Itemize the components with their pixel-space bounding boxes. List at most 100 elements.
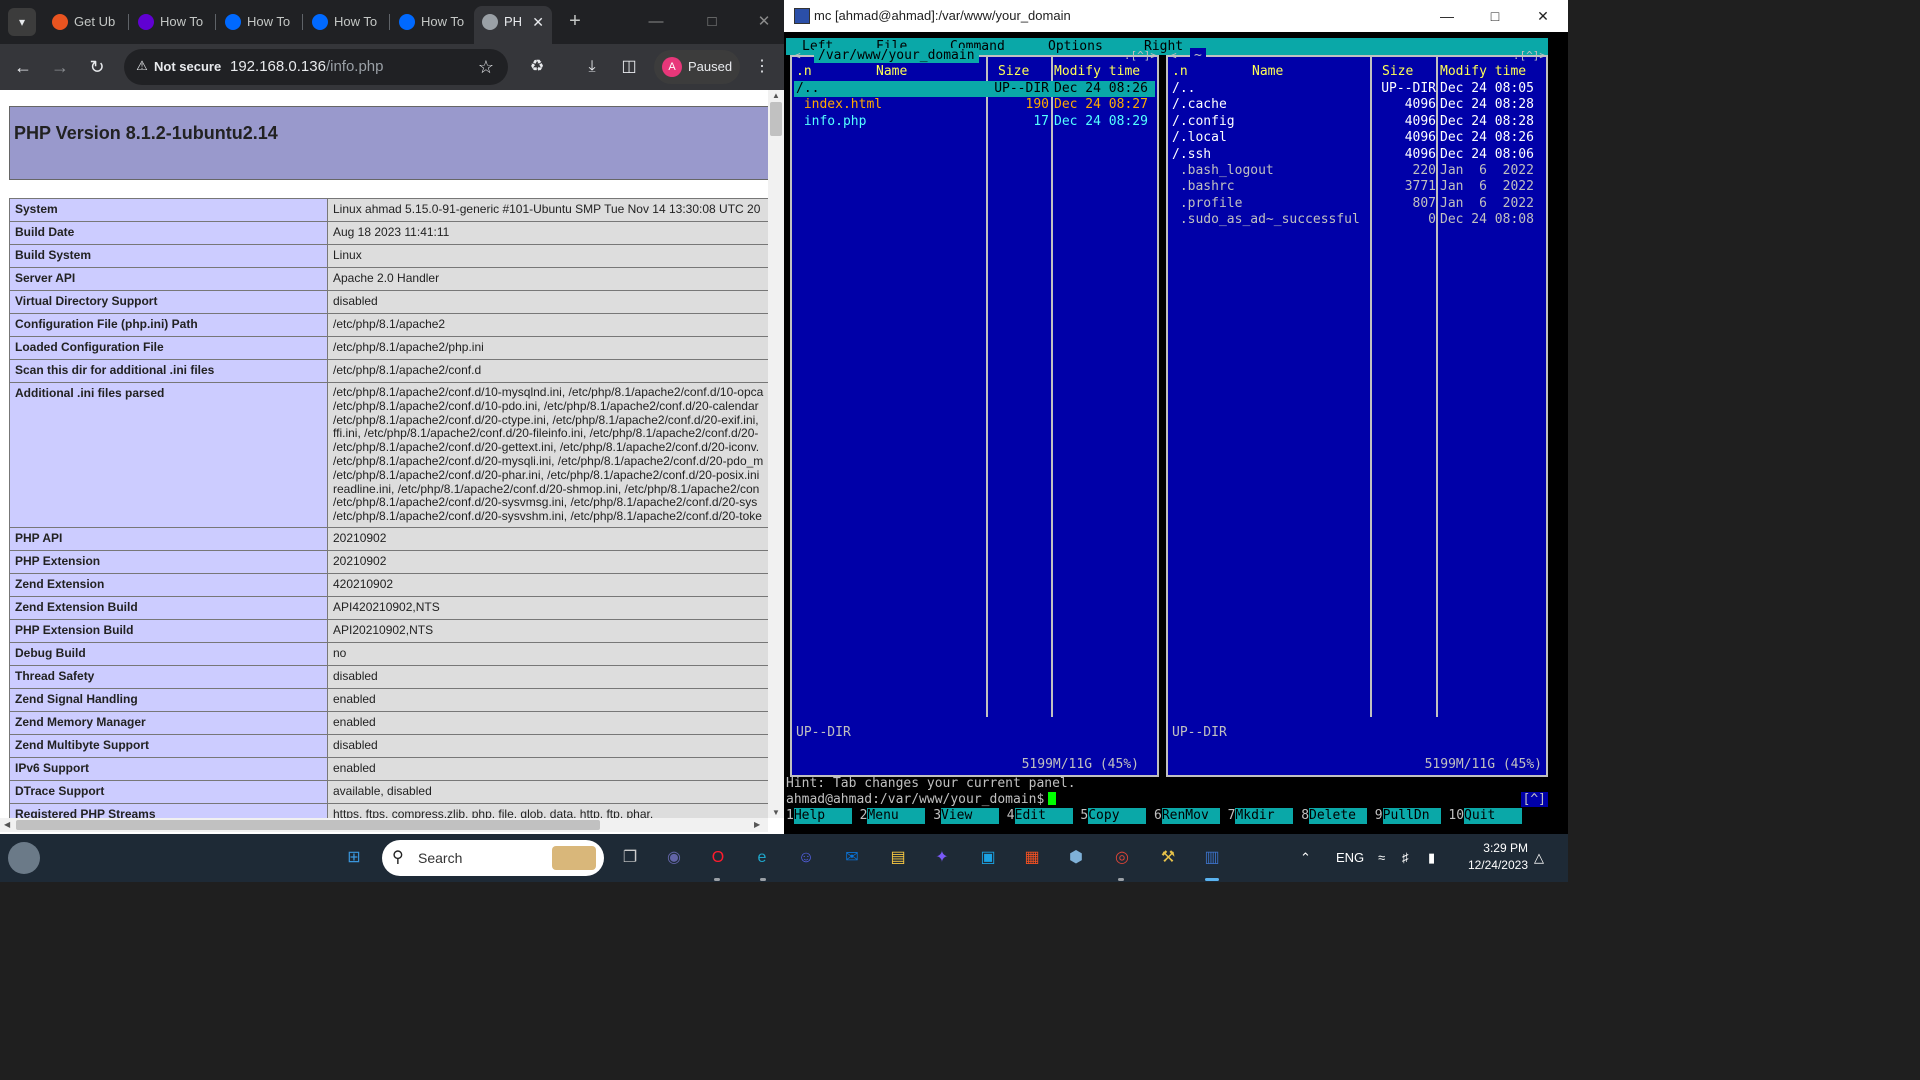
file-row[interactable]: index.html 190 Dec 24 08:27 — [794, 97, 1155, 113]
address-bar[interactable]: ⚠ Not secure 192.168.0.136/info.php ☆ — [124, 49, 508, 85]
file-row[interactable]: .bashrc 3771 Jan 6 2022 — [1170, 179, 1544, 195]
minimize-button[interactable]: — — [1432, 2, 1462, 30]
tray-overflow-icon[interactable]: ⌃ — [1300, 834, 1311, 882]
horizontal-scrollbar[interactable]: ◀ ▶ — [0, 818, 768, 832]
fkey-renmov[interactable]: 6RenMov — [1154, 808, 1220, 824]
back-icon[interactable]: ← — [9, 53, 37, 81]
close-window-button[interactable]: ✕ — [750, 8, 778, 36]
file-row[interactable]: info.php 17 Dec 24 08:29 — [794, 114, 1155, 130]
panel-corner-right[interactable]: .[^]> — [1513, 49, 1546, 62]
profile-button[interactable]: A Paused — [654, 50, 740, 84]
fkey-copy[interactable]: 5Copy — [1080, 808, 1147, 824]
file-row[interactable]: /.. UP--DIR Dec 24 08:05 — [1170, 81, 1544, 97]
col-name-header[interactable]: Name — [876, 64, 907, 79]
browser-tab[interactable]: How To — [391, 8, 477, 36]
notification-bell-icon[interactable]: △ — [1534, 834, 1544, 882]
extensions-icon[interactable]: ♻ — [523, 53, 551, 81]
battery-icon[interactable]: ▮ — [1428, 834, 1435, 882]
vertical-scrollbar[interactable]: ▲ ▼ — [768, 90, 784, 818]
download-icon[interactable]: ⤓ — [578, 53, 606, 81]
file-row[interactable]: .bash_logout 220 Jan 6 2022 — [1170, 163, 1544, 179]
taskbar-search[interactable]: ⚲ Search — [382, 840, 604, 876]
file-row[interactable]: /.. UP--DIR Dec 24 08:26 — [794, 81, 1155, 97]
fkey-quit[interactable]: 10Quit — [1448, 808, 1523, 824]
right-panel-path[interactable]: ~ — [1190, 48, 1206, 63]
microsoft-store-icon[interactable]: ▦ — [1016, 842, 1048, 874]
widgets-weather-icon[interactable] — [8, 842, 40, 874]
scroll-right-arrow[interactable]: ▶ — [754, 818, 760, 832]
scroll-thumb[interactable] — [770, 102, 782, 136]
language-indicator[interactable]: ENG — [1336, 834, 1364, 882]
clock[interactable]: 3:29 PM 12/24/2023 — [1454, 840, 1528, 874]
tab-search-button[interactable]: ▾ — [8, 8, 36, 36]
col-size-header[interactable]: Size — [998, 64, 1029, 79]
file-row[interactable]: .sudo_as_ad~_successful 0 Dec 24 08:08 — [1170, 212, 1544, 228]
file-row[interactable]: .profile 807 Jan 6 2022 — [1170, 196, 1544, 212]
not-secure-label[interactable]: Not secure — [154, 49, 221, 85]
fkey-edit[interactable]: 4Edit — [1006, 808, 1073, 824]
fkey-menu[interactable]: 2Menu — [859, 808, 926, 824]
maximize-button[interactable]: □ — [1480, 2, 1510, 30]
maximize-button[interactable]: □ — [698, 8, 726, 36]
copilot-icon[interactable]: ✦ — [926, 842, 958, 874]
bookmark-star-icon[interactable]: ☆ — [478, 49, 494, 85]
fkey-help[interactable]: 1Help — [786, 808, 852, 824]
col-size-header[interactable]: Size — [1382, 64, 1413, 79]
minimize-button[interactable]: — — [642, 8, 670, 36]
col-sort-indicator[interactable]: .n — [796, 64, 812, 79]
wifi-icon[interactable]: ≈ — [1378, 834, 1385, 882]
menu-item-options[interactable]: Options — [1048, 39, 1103, 54]
volume-muted-icon[interactable]: ♯ — [1402, 834, 1409, 882]
browser-tab[interactable]: PH ✕ — [474, 6, 552, 44]
url-text[interactable]: 192.168.0.136/info.php — [230, 49, 383, 85]
file-row[interactable]: /.local 4096 Dec 24 08:26 — [1170, 130, 1544, 146]
opera-icon[interactable]: O — [702, 842, 734, 874]
mail-icon[interactable]: ✉ — [836, 842, 868, 874]
windows-start-icon[interactable]: ⊞ — [338, 842, 370, 874]
horizontal-scroll-thumb[interactable] — [16, 820, 600, 830]
forward-icon[interactable]: → — [46, 53, 74, 81]
fkey-delete[interactable]: 8Delete — [1301, 808, 1368, 824]
col-name-header[interactable]: Name — [1252, 64, 1283, 79]
close-window-button[interactable]: ✕ — [1528, 2, 1558, 30]
browser-tab[interactable]: How To — [217, 8, 303, 36]
file-row[interactable]: /.ssh 4096 Dec 24 08:06 — [1170, 147, 1544, 163]
right-panel[interactable]: <- ~ .[^]> .n Name Size Modify time /.. U… — [1166, 48, 1548, 777]
command-line[interactable]: ahmad@ahmad:/var/www/your_domain$ — [786, 792, 1057, 807]
new-tab-button[interactable]: + — [566, 10, 584, 32]
panel-corner-right[interactable]: .[^]> — [1124, 49, 1157, 62]
fkey-mkdir[interactable]: 7Mkdir — [1227, 808, 1294, 824]
putty-icon[interactable]: ▥ — [1196, 842, 1228, 874]
left-panel[interactable]: <- /var/www/your_domain .[^]> .n Name Si… — [790, 48, 1159, 777]
virtualbox-icon[interactable]: ⬢ — [1060, 842, 1092, 874]
remote-desktop-icon[interactable]: ▣ — [972, 842, 1004, 874]
reload-icon[interactable]: ↻ — [83, 53, 111, 81]
fkey-pulldn[interactable]: 9PullDn — [1374, 808, 1441, 824]
col-time-header[interactable]: Modify time — [1440, 64, 1526, 79]
panel-corner-left[interactable]: <- — [794, 49, 807, 62]
edge-icon[interactable]: e — [746, 842, 778, 874]
teams-icon[interactable]: ◉ — [658, 842, 690, 874]
command-history-button[interactable]: [^] — [1520, 792, 1548, 807]
file-explorer-icon[interactable]: ▤ — [882, 842, 914, 874]
scroll-down-arrow[interactable]: ▼ — [768, 808, 784, 817]
file-row[interactable]: /.cache 4096 Dec 24 08:28 — [1170, 97, 1544, 113]
chrome-icon[interactable]: ◎ — [1106, 842, 1138, 874]
file-row[interactable]: /.config 4096 Dec 24 08:28 — [1170, 114, 1544, 130]
winscp-icon[interactable]: ⚒ — [1152, 842, 1184, 874]
browser-tab[interactable]: How To — [130, 8, 216, 36]
panel-corner-left[interactable]: <- — [1170, 49, 1183, 62]
task-view-icon[interactable]: ❐ — [614, 842, 646, 874]
scroll-up-arrow[interactable]: ▲ — [768, 91, 784, 100]
side-panel-icon[interactable]: ◫ — [615, 53, 643, 81]
col-sort-indicator[interactable]: .n — [1172, 64, 1188, 79]
discord-icon[interactable]: ☺ — [790, 842, 822, 874]
close-tab-icon[interactable]: ✕ — [532, 6, 544, 38]
left-panel-path[interactable]: /var/www/your_domain — [814, 48, 979, 63]
browser-tab[interactable]: Get Ub — [44, 8, 130, 36]
more-menu-icon[interactable]: ⋮ — [748, 53, 776, 81]
fkey-view[interactable]: 3View — [933, 808, 1000, 824]
col-time-header[interactable]: Modify time — [1054, 64, 1140, 79]
scroll-left-arrow[interactable]: ◀ — [4, 818, 10, 832]
browser-tab[interactable]: How To — [304, 8, 390, 36]
